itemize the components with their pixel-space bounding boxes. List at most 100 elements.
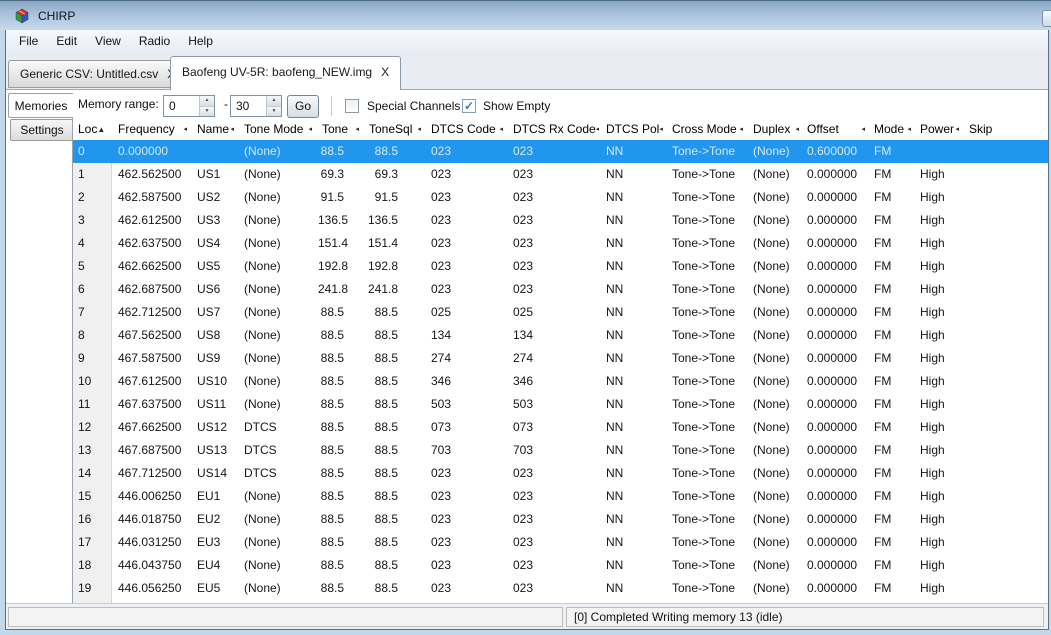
menu-radio[interactable]: Radio <box>130 30 179 52</box>
cell-tone_mode[interactable]: (None) <box>240 370 318 393</box>
cell-mode[interactable]: FM <box>871 163 917 186</box>
cell-frequency[interactable]: 467.637500 <box>111 393 193 416</box>
cell-frequency[interactable]: 467.612500 <box>111 370 193 393</box>
cell-dtcs_code[interactable]: 023 <box>427 278 509 301</box>
cell-offset[interactable]: 0.000000 <box>805 439 871 462</box>
cell-cross_mode[interactable]: Tone->Tone <box>668 577 749 600</box>
cell-dtcs_rx_code[interactable]: 023 <box>509 531 599 554</box>
cell-dtcs_rx_code[interactable]: 703 <box>509 439 599 462</box>
cell-cross_mode[interactable]: Tone->Tone <box>668 186 749 209</box>
cell-dtcs_pol[interactable]: NN <box>599 255 668 278</box>
cell-name[interactable]: EU3 <box>193 531 240 554</box>
cell-dtcs_code[interactable]: 346 <box>427 370 509 393</box>
column-header-tone[interactable]: Tone◂ <box>318 118 365 140</box>
cell-offset[interactable]: 0.000000 <box>805 554 871 577</box>
cell-cross_mode[interactable]: Tone->Tone <box>668 232 749 255</box>
cell-skip[interactable] <box>965 232 1009 255</box>
cell-tonesql[interactable]: 88.5 <box>365 324 427 347</box>
cell-tone[interactable]: 88.5 <box>318 347 365 370</box>
cell-skip[interactable] <box>965 163 1009 186</box>
cell-skip[interactable] <box>965 577 1009 600</box>
cell-name[interactable]: US10 <box>193 370 240 393</box>
cell-mode[interactable]: FM <box>871 416 917 439</box>
row-header-cell[interactable]: 15 <box>73 485 111 508</box>
cell-power[interactable]: High <box>917 370 965 393</box>
cell-dtcs_code[interactable]: 023 <box>427 232 509 255</box>
cell-power[interactable]: High <box>917 255 965 278</box>
show-empty-checkbox[interactable]: ✓ <box>462 99 476 113</box>
cell-tonesql[interactable]: 88.5 <box>365 531 427 554</box>
cell-power[interactable]: High <box>917 577 965 600</box>
cell-offset[interactable]: 0.000000 <box>805 324 871 347</box>
cell-dtcs_code[interactable]: 023 <box>427 554 509 577</box>
cell-dtcs_code[interactable]: 023 <box>427 508 509 531</box>
cell-mode[interactable]: FM <box>871 301 917 324</box>
cell-dtcs_pol[interactable]: NN <box>599 554 668 577</box>
cell-name[interactable]: US14 <box>193 462 240 485</box>
cell-mode[interactable]: FM <box>871 462 917 485</box>
cell-offset[interactable]: 0.000000 <box>805 370 871 393</box>
cell-frequency[interactable]: 462.587500 <box>111 186 193 209</box>
cell-power[interactable]: High <box>917 416 965 439</box>
cell-mode[interactable]: FM <box>871 508 917 531</box>
row-header-cell[interactable]: 17 <box>73 531 111 554</box>
cell-power[interactable] <box>917 140 965 163</box>
cell-tonesql[interactable]: 241.8 <box>365 278 427 301</box>
row-header-cell[interactable]: 2 <box>73 186 111 209</box>
cell-skip[interactable] <box>965 186 1009 209</box>
cell-dtcs_pol[interactable]: NN <box>599 278 668 301</box>
cell-tonesql[interactable]: 88.5 <box>365 577 427 600</box>
cell-offset[interactable]: 0.000000 <box>805 485 871 508</box>
stepper-up-icon[interactable]: ▲ <box>200 96 214 107</box>
cell-tone[interactable]: 88.5 <box>318 140 365 163</box>
cell-cross_mode[interactable]: Tone->Tone <box>668 416 749 439</box>
cell-power[interactable]: High <box>917 209 965 232</box>
cell-tonesql[interactable]: 88.5 <box>365 554 427 577</box>
cell-dtcs_rx_code[interactable]: 023 <box>509 140 599 163</box>
row-header-cell[interactable]: 18 <box>73 554 111 577</box>
row-header-cell[interactable]: 0 <box>73 140 111 163</box>
cell-dtcs_rx_code[interactable]: 023 <box>509 577 599 600</box>
go-button[interactable]: Go <box>287 95 319 118</box>
cell-tone_mode[interactable]: (None) <box>240 232 318 255</box>
column-header-offset[interactable]: Offset◂ <box>805 118 871 140</box>
cell-frequency[interactable]: 462.662500 <box>111 255 193 278</box>
column-header-dtcs_code[interactable]: DTCS Code◂ <box>427 118 509 140</box>
cell-dtcs_code[interactable]: 023 <box>427 255 509 278</box>
cell-tone_mode[interactable]: (None) <box>240 485 318 508</box>
cell-dtcs_pol[interactable]: NN <box>599 577 668 600</box>
cell-tone_mode[interactable]: (None) <box>240 531 318 554</box>
cell-dtcs_code[interactable]: 703 <box>427 439 509 462</box>
cell-skip[interactable] <box>965 508 1009 531</box>
cell-name[interactable]: US13 <box>193 439 240 462</box>
cell-skip[interactable] <box>965 255 1009 278</box>
cell-dtcs_pol[interactable]: NN <box>599 416 668 439</box>
cell-skip[interactable] <box>965 531 1009 554</box>
cell-tone[interactable]: 241.8 <box>318 278 365 301</box>
cell-skip[interactable] <box>965 140 1009 163</box>
cell-tonesql[interactable]: 151.4 <box>365 232 427 255</box>
column-header-tonesql[interactable]: ToneSql◂ <box>365 118 427 140</box>
cell-name[interactable]: US1 <box>193 163 240 186</box>
cell-dtcs_rx_code[interactable]: 023 <box>509 255 599 278</box>
row-header-cell[interactable]: 19 <box>73 577 111 600</box>
cell-mode[interactable]: FM <box>871 531 917 554</box>
cell-cross_mode[interactable]: Tone->Tone <box>668 255 749 278</box>
row-header-cell[interactable]: 11 <box>73 393 111 416</box>
cell-tonesql[interactable]: 88.5 <box>365 439 427 462</box>
cell-tone[interactable]: 88.5 <box>318 554 365 577</box>
column-header-dtcs_pol[interactable]: DTCS Pol◂ <box>599 118 668 140</box>
cell-dtcs_code[interactable]: 023 <box>427 462 509 485</box>
cell-tone_mode[interactable]: (None) <box>240 554 318 577</box>
cell-tonesql[interactable]: 88.5 <box>365 301 427 324</box>
cell-tone_mode[interactable]: (None) <box>240 508 318 531</box>
cell-cross_mode[interactable]: Tone->Tone <box>668 370 749 393</box>
cell-offset[interactable]: 0.000000 <box>805 255 871 278</box>
cell-tonesql[interactable]: 88.5 <box>365 416 427 439</box>
cell-duplex[interactable]: (None) <box>749 577 805 600</box>
cell-dtcs_rx_code[interactable]: 023 <box>509 485 599 508</box>
column-header-frequency[interactable]: Frequency◂ <box>111 118 193 140</box>
cell-dtcs_pol[interactable]: NN <box>599 370 668 393</box>
cell-power[interactable]: High <box>917 347 965 370</box>
cell-duplex[interactable]: (None) <box>749 462 805 485</box>
